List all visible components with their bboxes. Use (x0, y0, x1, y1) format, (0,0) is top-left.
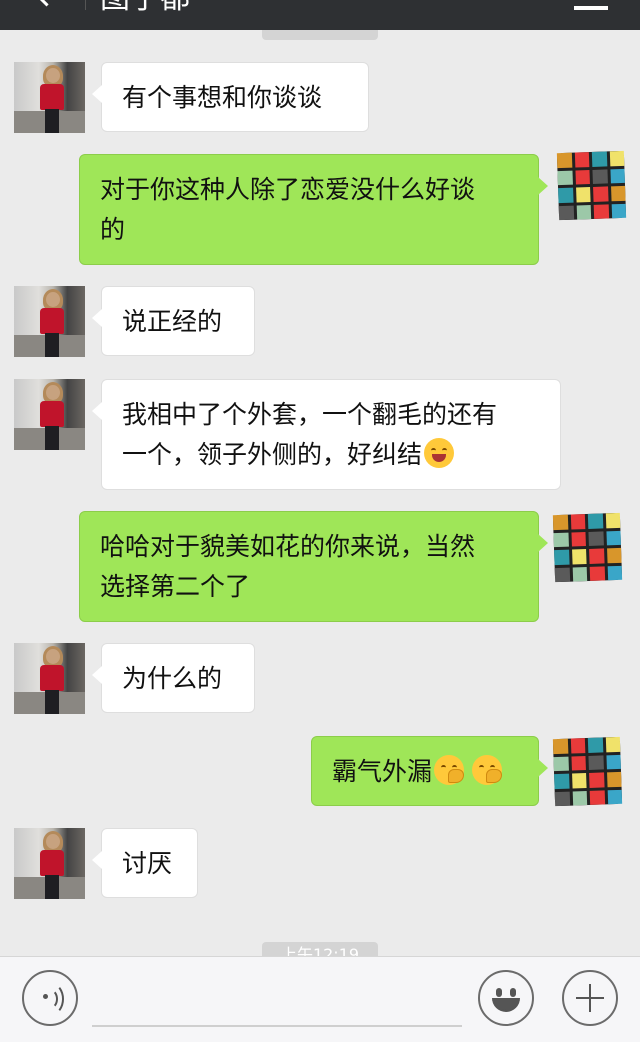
mosaic-tile (570, 531, 586, 547)
message-text: 讨厌 (122, 849, 173, 878)
mosaic-tile (605, 754, 621, 770)
my-avatar[interactable] (552, 512, 623, 583)
mosaic-tile (554, 567, 570, 583)
mosaic-tile (589, 565, 605, 581)
mosaic-tile (606, 547, 622, 563)
mosaic-tile (554, 791, 570, 807)
message-bubble-incoming[interactable]: 说正经的 (92, 286, 255, 356)
mosaic-tile (592, 168, 608, 184)
message-bubble-incoming[interactable]: 我相中了个外套，一个翻毛的还有 一个，领子外侧的，好纠结 (92, 379, 561, 490)
message-text-line1: 对于你这种人除了恋爱没什么好谈 (100, 175, 476, 204)
chat-title: 图子都 (100, 0, 190, 14)
mosaic-tile (570, 755, 586, 771)
mosaic-tile (589, 789, 605, 805)
mosaic-tile (574, 169, 590, 185)
mosaic-tile (605, 736, 621, 752)
voice-icon[interactable] (22, 970, 78, 1026)
message-text-line1: 哈哈对于貌美如花的你来说，当然 (100, 532, 476, 561)
mosaic-tile (607, 565, 623, 581)
mosaic-tile (609, 168, 625, 184)
message-text: 说正经的 (122, 307, 223, 336)
mosaic-tile (588, 530, 604, 546)
mosaic-tile (605, 512, 621, 528)
mosaic-tile (606, 771, 622, 787)
mosaic-tile (588, 754, 604, 770)
mosaic-tile (576, 204, 592, 220)
back-arrow-icon[interactable] (34, 0, 59, 7)
mosaic-tile (570, 738, 586, 754)
mosaic-tile (605, 530, 621, 546)
mosaic-tile (558, 205, 574, 221)
my-avatar[interactable] (552, 736, 623, 807)
mosaic-tile (552, 738, 568, 754)
contact-info-icon[interactable] (574, 0, 608, 10)
my-avatar[interactable] (556, 150, 627, 221)
mosaic-tile (556, 152, 572, 168)
friend-avatar[interactable] (14, 286, 85, 357)
mosaic-tile (554, 773, 570, 789)
mosaic-tile (574, 152, 590, 168)
message-input[interactable] (92, 1025, 462, 1027)
mosaic-tile (572, 566, 588, 582)
mosaic-tile (571, 773, 587, 789)
message-text-line2: 选择第二个了 (100, 572, 251, 601)
mosaic-tile (552, 514, 568, 530)
mosaic-tile (570, 514, 586, 530)
message-bubble-incoming[interactable]: 为什么的 (92, 643, 255, 713)
plus-icon[interactable] (562, 970, 618, 1026)
message-text: 有个事想和你谈谈 (122, 83, 323, 112)
mosaic-tile (609, 150, 625, 166)
title-bar: 图子都 (0, 0, 640, 30)
mosaic-tile (589, 772, 605, 788)
message-bubble-outgoing[interactable]: 对于你这种人除了恋爱没什么好谈 的 (79, 154, 548, 265)
smiley-icon[interactable] (478, 970, 534, 1026)
mosaic-tile (611, 203, 627, 219)
message-text-line2: 一个，领子外侧的，好纠结 (122, 435, 540, 475)
timestamp-top (262, 30, 378, 40)
mosaic-tile (593, 186, 609, 202)
smirk-hand-emoji-icon (434, 755, 465, 785)
message-text-line1: 我相中了个外套，一个翻毛的还有 (122, 400, 498, 429)
mosaic-tile (575, 187, 591, 203)
friend-avatar[interactable] (14, 379, 85, 450)
message-text: 为什么的 (122, 664, 223, 693)
input-bar (0, 956, 640, 1042)
mosaic-tile (558, 187, 574, 203)
mosaic-tile (591, 151, 607, 167)
message-bubble-incoming[interactable]: 有个事想和你谈谈 (92, 62, 369, 132)
grinning-squint-sweat-emoji-icon (424, 438, 455, 468)
mosaic-tile (554, 549, 570, 565)
mosaic-tile (607, 789, 623, 805)
mosaic-tile (571, 549, 587, 565)
friend-avatar[interactable] (14, 828, 85, 899)
mosaic-tile (589, 548, 605, 564)
message-bubble-incoming[interactable]: 讨厌 (92, 828, 198, 898)
title-separator (85, 0, 86, 10)
friend-avatar[interactable] (14, 62, 85, 133)
mosaic-tile (610, 185, 626, 201)
mosaic-tile (572, 790, 588, 806)
mosaic-tile (553, 756, 569, 772)
message-text-row: 霸气外漏 (332, 752, 518, 792)
message-bubble-outgoing[interactable]: 哈哈对于貌美如花的你来说，当然 选择第二个了 (79, 511, 548, 622)
mosaic-tile (593, 203, 609, 219)
mosaic-tile (587, 513, 603, 529)
mosaic-tile (557, 170, 573, 186)
mosaic-tile (553, 532, 569, 548)
message-bubble-outgoing[interactable]: 霸气外漏 (311, 736, 548, 806)
mosaic-tile (587, 737, 603, 753)
message-text-line2-content: 一个，领子外侧的，好纠结 (122, 440, 423, 469)
message-text-line2: 的 (100, 215, 126, 244)
smirk-hand-emoji-icon (472, 755, 503, 785)
friend-avatar[interactable] (14, 643, 85, 714)
message-text: 霸气外漏 (332, 757, 433, 786)
